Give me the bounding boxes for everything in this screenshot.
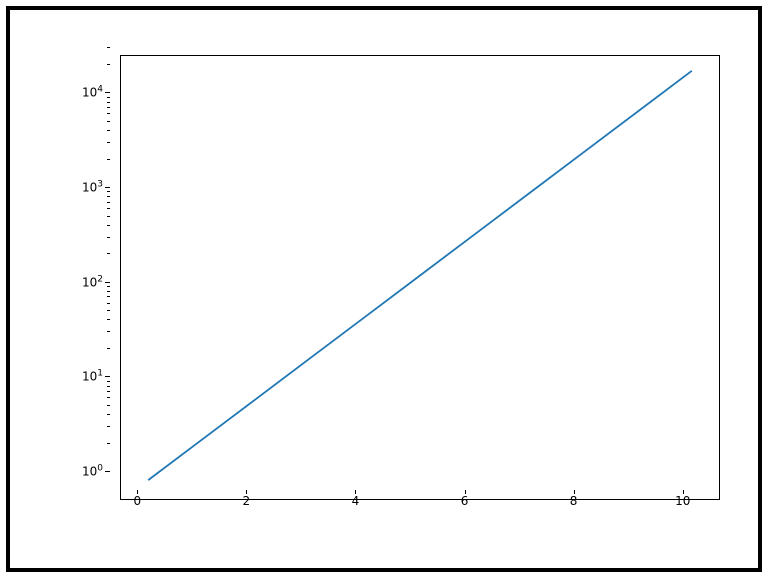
y-tick-minor	[107, 253, 110, 254]
plot-area	[120, 55, 720, 500]
y-tick-minor	[107, 381, 110, 382]
y-tick-minor	[107, 47, 110, 48]
y-tick-minor	[107, 225, 110, 226]
x-tick-label-5: 10	[663, 494, 703, 508]
y-tick-label-3: 103	[63, 180, 103, 195]
y-tick-label-2: 102	[63, 274, 103, 289]
y-tick-minor	[107, 107, 110, 108]
x-tick	[465, 490, 466, 494]
y-tick-label-1: 101	[63, 369, 103, 384]
x-tick	[137, 490, 138, 494]
y-tick-minor	[107, 102, 110, 103]
y-tick-minor	[107, 397, 110, 398]
y-tick-minor	[107, 196, 110, 197]
y-tick-minor	[107, 426, 110, 427]
x-tick-label-4: 8	[554, 494, 594, 508]
line-series-0	[148, 71, 692, 480]
y-tick-minor	[107, 331, 110, 332]
y-tick-minor	[107, 159, 110, 160]
y-tick-minor	[107, 237, 110, 238]
y-tick-major	[105, 92, 110, 93]
x-tick	[246, 490, 247, 494]
x-tick-label-0: 0	[117, 494, 157, 508]
chart-canvas	[121, 56, 719, 499]
y-tick-minor	[107, 443, 110, 444]
y-tick-minor	[107, 291, 110, 292]
y-tick-minor	[107, 64, 110, 65]
y-tick-minor	[107, 391, 110, 392]
y-tick-minor	[107, 216, 110, 217]
figure-border	[6, 6, 762, 572]
x-tick-label-2: 4	[335, 494, 375, 508]
y-tick-minor	[107, 310, 110, 311]
y-tick-minor	[107, 113, 110, 114]
y-tick-minor	[107, 97, 110, 98]
x-tick-label-3: 6	[445, 494, 485, 508]
y-tick-minor	[107, 130, 110, 131]
x-tick	[683, 490, 684, 494]
y-tick-minor	[107, 319, 110, 320]
y-tick-minor	[107, 202, 110, 203]
x-tick-label-1: 2	[226, 494, 266, 508]
y-tick-label-4: 104	[63, 85, 103, 100]
y-tick-minor	[107, 303, 110, 304]
y-tick-minor	[107, 296, 110, 297]
y-tick-minor	[107, 191, 110, 192]
y-tick-major	[105, 471, 110, 472]
x-tick	[574, 490, 575, 494]
y-tick-minor	[107, 142, 110, 143]
y-tick-major	[105, 282, 110, 283]
y-tick-minor	[107, 414, 110, 415]
x-tick	[355, 490, 356, 494]
y-tick-minor	[107, 386, 110, 387]
y-tick-major	[105, 187, 110, 188]
y-tick-minor	[107, 405, 110, 406]
y-tick-minor	[107, 208, 110, 209]
y-tick-minor	[107, 121, 110, 122]
y-tick-minor	[107, 286, 110, 287]
y-tick-label-0: 100	[63, 464, 103, 479]
y-tick-major	[105, 376, 110, 377]
y-tick-minor	[107, 348, 110, 349]
